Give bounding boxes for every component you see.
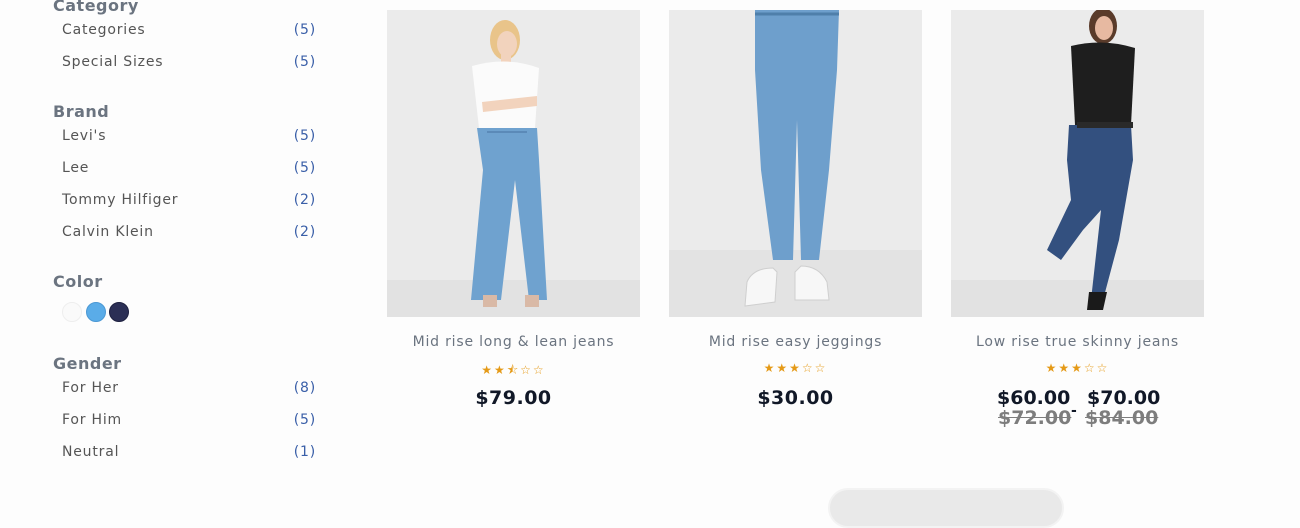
filter-label: Tommy Hilfiger [62, 192, 179, 208]
category-filter-title: Category [53, 0, 139, 15]
filter-tommy-hilfiger[interactable]: Tommy Hilfiger (2) [62, 192, 316, 212]
price-range-separator: - [1071, 403, 1077, 419]
filter-count: (1) [293, 444, 316, 460]
product-price: $79.00 [475, 387, 552, 409]
product-name[interactable]: Mid rise easy jeggings [669, 334, 922, 350]
color-filter-title: Color [53, 272, 103, 291]
filter-count: (8) [293, 380, 316, 396]
filter-count: (5) [293, 22, 316, 38]
filter-label: Neutral [62, 444, 120, 460]
filter-calvin-klein[interactable]: Calvin Klein (2) [62, 224, 316, 244]
filter-count: (5) [293, 160, 316, 176]
star-rating: ★★★☆☆ [1045, 361, 1110, 375]
filter-categories[interactable]: Categories (5) [62, 22, 316, 42]
filter-label: For Him [62, 412, 122, 428]
price-max: $70.00 [1087, 387, 1161, 409]
filter-label: Calvin Klein [62, 224, 154, 240]
color-swatch-white[interactable] [62, 302, 82, 322]
filter-count: (5) [293, 54, 316, 70]
filter-for-her[interactable]: For Her (8) [62, 380, 316, 400]
star-rating: ★★⯪☆☆ [481, 363, 546, 377]
product-name[interactable]: Mid rise long & lean jeans [387, 334, 640, 350]
load-more-button[interactable] [828, 488, 1064, 528]
star-rating: ★★★☆☆ [763, 361, 828, 375]
filter-count: (2) [293, 224, 316, 240]
product-image[interactable] [951, 10, 1204, 317]
price-min: $60.00 [997, 387, 1071, 409]
filter-count: (5) [293, 412, 316, 428]
filter-label: Lee [62, 160, 90, 176]
filter-count: (5) [293, 128, 316, 144]
filter-special-sizes[interactable]: Special Sizes (5) [62, 54, 316, 74]
filter-label: For Her [62, 380, 119, 396]
product-image[interactable] [387, 10, 640, 317]
color-swatch-navy[interactable] [109, 302, 129, 322]
product-image[interactable] [669, 10, 922, 317]
filter-sidebar: Category Categories (5) Special Sizes (5… [0, 0, 340, 507]
filter-lee[interactable]: Lee (5) [62, 160, 316, 180]
filter-label: Categories [62, 22, 146, 38]
filter-label: Levi's [62, 128, 107, 144]
color-swatch-light-blue[interactable] [86, 302, 106, 322]
filter-label: Special Sizes [62, 54, 164, 70]
filter-for-him[interactable]: For Him (5) [62, 412, 316, 432]
filter-count: (2) [293, 192, 316, 208]
filter-neutral[interactable]: Neutral (1) [62, 444, 316, 464]
old-price-max: $84.00 [1085, 407, 1159, 429]
old-price-min: $72.00 [998, 407, 1072, 429]
filter-levis[interactable]: Levi's (5) [62, 128, 316, 148]
product-name[interactable]: Low rise true skinny jeans [951, 334, 1204, 350]
gender-filter-title: Gender [53, 354, 122, 373]
product-price: $30.00 [757, 387, 834, 409]
brand-filter-title: Brand [53, 102, 110, 121]
